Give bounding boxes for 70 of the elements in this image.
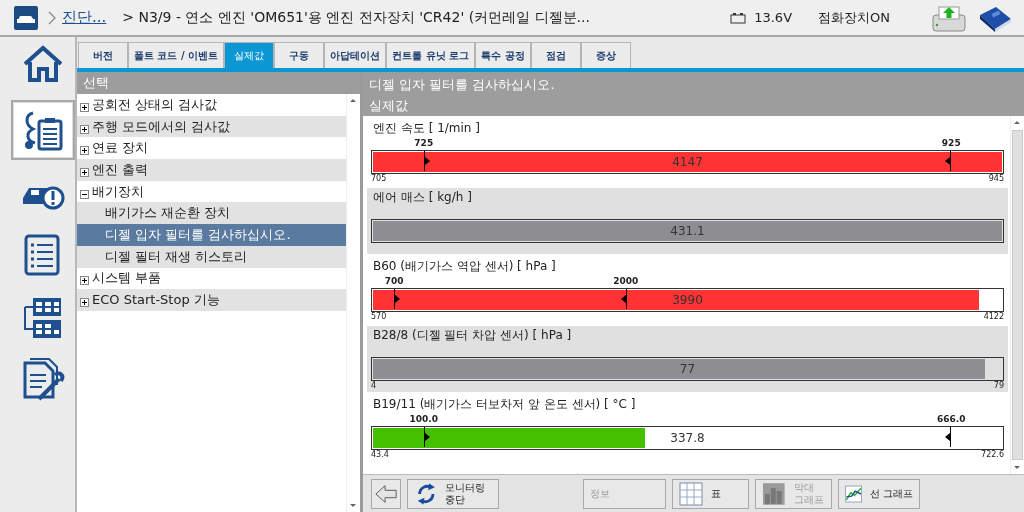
scale-min: 570 (371, 312, 387, 322)
limit-marker-icon (423, 151, 430, 171)
meter-label: B28/8 (디젤 필터 차압 센서) [ hPa ] (372, 327, 573, 344)
limit-marker-icon (394, 289, 401, 309)
tab[interactable]: 특수 공정 (475, 42, 531, 68)
expand-icon[interactable] (80, 102, 89, 112)
expand-icon[interactable] (80, 146, 89, 156)
meter-value: 431.1 (670, 223, 705, 240)
meter-label: 엔진 속도 [ 1/min ] (372, 120, 481, 137)
scale-min: 43.4 (371, 450, 389, 460)
limit-label: 725 (414, 138, 434, 148)
scale-max: 4122 (983, 312, 1004, 322)
tab[interactable]: 폴트 코드 / 이벤트 (128, 42, 225, 68)
limit-label: 100.0 (409, 414, 438, 424)
breadcrumb-path: > N3/9 - 연소 엔진 'OM651'용 엔진 전자장치 'CR42' (커먼레일 디젤분... (122, 8, 590, 27)
toolbar-button[interactable]: 모니터링 중단 (407, 478, 499, 509)
table-grid-icon (679, 481, 705, 506)
sidebar-item[interactable] (10, 100, 75, 160)
scrollbar[interactable] (1010, 116, 1024, 474)
tree-item[interactable]: ECO Start-Stop 기능 (77, 289, 346, 311)
tree-item[interactable]: 디젤 필터 재생 히스토리 (77, 245, 346, 268)
meter-value: 77 (679, 361, 696, 378)
tree-item[interactable]: 주행 모드에서의 검사값 (77, 115, 346, 138)
toolbar-button[interactable]: 표 (672, 478, 749, 509)
tree-item[interactable]: 배기가스 재순환 장치 (77, 202, 346, 225)
meter-value: 337.8 (670, 430, 705, 447)
meter-value: 3990 (672, 292, 703, 309)
expand-icon[interactable] (80, 298, 89, 308)
meter-label: B19/11 (배기가스 터보차저 앞 온도 센서) [ °C ] (372, 396, 637, 413)
tab[interactable]: 버전 (78, 42, 128, 68)
bar-chart-icon (762, 481, 788, 506)
toolbar-button[interactable]: 선 그래프 (838, 478, 920, 509)
battery-icon (730, 11, 747, 24)
battery-voltage: 13.6V (754, 10, 793, 25)
meter-label: B60 (배기가스 역압 센서) [ hPa ] (372, 258, 557, 275)
expand-icon[interactable] (80, 167, 89, 177)
limit-marker-icon (423, 427, 430, 447)
limit-label: 700 (384, 276, 404, 286)
limit-label: 2000 (613, 276, 639, 286)
tree-item[interactable]: 엔진 출력 (77, 159, 346, 181)
meter-label: 에어 매스 [ kg/h ] (372, 189, 473, 206)
limit-marker-icon (945, 427, 952, 447)
scale-min: 705 (371, 174, 387, 184)
limit-marker-icon (621, 289, 628, 309)
tab[interactable]: 증상 (580, 42, 631, 68)
tab[interactable]: 구동 (274, 42, 325, 68)
panel-header: 선택 (77, 72, 360, 94)
tab[interactable]: 컨트롤 유닛 로그 (386, 42, 476, 68)
scale-max: 945 (988, 174, 1004, 184)
scale-max: 79 (993, 381, 1004, 391)
expand-icon[interactable] (80, 276, 89, 286)
breadcrumb-link[interactable]: 진단... (62, 8, 107, 27)
scale-max: 722.6 (981, 450, 1004, 460)
chevron-icon (48, 10, 56, 25)
tree-item[interactable]: 디젤 입자 필터를 검사하십시오. (77, 224, 346, 246)
back-button[interactable] (371, 478, 401, 509)
panel-subtitle: 실제값 (369, 97, 409, 115)
limit-label: 666.0 (937, 414, 966, 424)
tab[interactable]: 아답테이션 (324, 42, 387, 68)
car-icon[interactable] (14, 5, 38, 30)
limit-marker-icon (945, 151, 952, 171)
panel-title: 디젤 입자 필터를 검사하십시오. (369, 76, 556, 94)
tab[interactable]: 점검 (530, 42, 581, 68)
collapse-icon[interactable] (80, 189, 89, 199)
meter-value: 4147 (672, 154, 703, 171)
scroll-thumb[interactable] (1012, 130, 1023, 460)
ignition-status: 점화장치ON (818, 8, 890, 27)
expand-icon[interactable] (80, 124, 89, 134)
scale-min: 4 (371, 381, 377, 391)
limit-label: 925 (941, 138, 961, 148)
